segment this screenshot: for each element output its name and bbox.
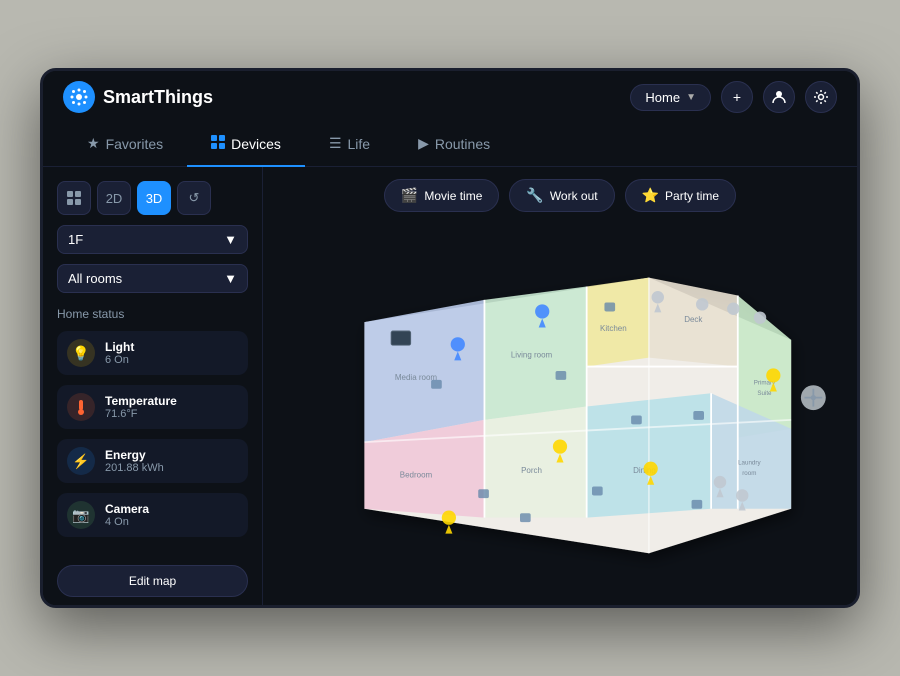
- camera-value: 4 On: [105, 516, 238, 528]
- tv-device: [391, 331, 411, 345]
- status-item-temperature[interactable]: Temperature 71.6°F: [57, 385, 248, 429]
- view-controls: 2D 3D ↺: [57, 181, 248, 215]
- tab-routines[interactable]: ▶ Routines: [394, 123, 514, 167]
- status-item-light[interactable]: 💡 Light 6 On: [57, 331, 248, 375]
- tv-frame: SmartThings Home ▼ + ★ Favorites: [40, 68, 860, 608]
- small-device-6: [431, 379, 442, 388]
- temp-value: 71.6°F: [105, 408, 238, 420]
- camera-name: Camera: [105, 502, 238, 516]
- light-icon: 💡: [67, 339, 95, 367]
- status-item-camera[interactable]: 📷 Camera 4 On: [57, 493, 248, 537]
- smartthings-logo-icon: [63, 81, 95, 113]
- sidebar: 2D 3D ↺ 1F ▼ All rooms ▼ Home status 💡: [43, 167, 263, 608]
- tab-life-label: Life: [348, 136, 371, 152]
- scene-workout-label: Work out: [550, 189, 598, 203]
- floor-label: 1F: [68, 232, 83, 247]
- routines-icon: ▶: [418, 135, 429, 152]
- scene-movie-button[interactable]: 🎬 Movie time: [384, 179, 499, 212]
- light-name: Light: [105, 340, 238, 354]
- svg-text:Kitchen: Kitchen: [600, 324, 627, 333]
- svg-text:room: room: [742, 470, 756, 477]
- room-chevron-icon: ▼: [224, 271, 237, 286]
- view-2d-button[interactable]: 2D: [97, 181, 131, 215]
- tab-routines-label: Routines: [435, 136, 490, 152]
- pin-light-1: [442, 510, 456, 533]
- main-content: 2D 3D ↺ 1F ▼ All rooms ▼ Home status 💡: [43, 167, 857, 608]
- app-name: SmartThings: [103, 87, 213, 108]
- scene-movie-label: Movie time: [424, 189, 482, 203]
- small-device-2: [604, 302, 615, 311]
- pin-gray-5: [727, 302, 739, 314]
- profile-button[interactable]: [763, 81, 795, 113]
- small-device-3: [693, 411, 704, 420]
- small-device-4: [631, 415, 642, 424]
- floor-select[interactable]: 1F ▼: [57, 225, 248, 254]
- light-value: 6 On: [105, 354, 238, 366]
- workout-icon: 🔧: [526, 187, 543, 204]
- scene-workout-button[interactable]: 🔧 Work out: [509, 179, 614, 212]
- scene-party-label: Party time: [665, 189, 719, 203]
- svg-text:Bedroom: Bedroom: [400, 470, 433, 479]
- tab-life[interactable]: ☰ Life: [305, 123, 394, 167]
- svg-text:Living room: Living room: [511, 350, 553, 359]
- small-device-7: [556, 371, 567, 380]
- small-device-1: [478, 489, 489, 498]
- devices-icon: [211, 135, 225, 152]
- favorites-icon: ★: [87, 135, 100, 152]
- view-history-button[interactable]: ↺: [177, 181, 211, 215]
- pin-gray-6: [754, 311, 766, 323]
- tab-devices-label: Devices: [231, 136, 281, 152]
- energy-value: 201.88 kWh: [105, 462, 238, 474]
- energy-name: Energy: [105, 448, 238, 462]
- energy-icon: ⚡: [67, 447, 95, 475]
- party-icon: ⭐: [642, 187, 659, 204]
- add-button[interactable]: +: [721, 81, 753, 113]
- status-item-energy[interactable]: ⚡ Energy 201.88 kWh: [57, 439, 248, 483]
- floorplan-svg: Media room Living room Kitchen Deck Prim…: [280, 251, 840, 571]
- chevron-down-icon: ▼: [686, 92, 696, 103]
- tab-devices[interactable]: Devices: [187, 123, 305, 167]
- tab-favorites[interactable]: ★ Favorites: [63, 123, 187, 167]
- temp-name: Temperature: [105, 394, 238, 408]
- view-grid-button[interactable]: [57, 181, 91, 215]
- scene-party-button[interactable]: ⭐ Party time: [625, 179, 736, 212]
- svg-text:Deck: Deck: [684, 315, 703, 324]
- small-device-9: [520, 513, 531, 522]
- camera-icon: 📷: [67, 501, 95, 529]
- settings-button[interactable]: [805, 81, 837, 113]
- home-selector-label: Home: [645, 90, 680, 105]
- fan-device: [801, 385, 826, 410]
- header: SmartThings Home ▼ +: [43, 71, 857, 123]
- movie-icon: 🎬: [401, 187, 418, 204]
- floor-chevron-icon: ▼: [224, 232, 237, 247]
- small-device-8: [592, 486, 603, 495]
- scene-buttons: 🎬 Movie time 🔧 Work out ⭐ Party time: [279, 179, 841, 212]
- svg-text:Suite: Suite: [757, 390, 772, 397]
- temperature-icon: [67, 393, 95, 421]
- home-status-title: Home status: [57, 307, 248, 321]
- edit-map-button[interactable]: Edit map: [57, 565, 248, 597]
- small-device-5: [692, 499, 703, 508]
- svg-text:Laundry: Laundry: [738, 459, 761, 466]
- tab-favorites-label: Favorites: [106, 136, 164, 152]
- logo-area: SmartThings: [63, 81, 213, 113]
- right-panel: 🎬 Movie time 🔧 Work out ⭐ Party time: [263, 167, 857, 608]
- room-select[interactable]: All rooms ▼: [57, 264, 248, 293]
- room-label: All rooms: [68, 271, 122, 286]
- home-selector[interactable]: Home ▼: [630, 84, 711, 111]
- view-3d-button[interactable]: 3D: [137, 181, 171, 215]
- floorplan-area: Media room Living room Kitchen Deck Prim…: [279, 222, 841, 599]
- svg-text:Media room: Media room: [395, 372, 438, 381]
- pin-gray-4: [696, 298, 708, 310]
- life-icon: ☰: [329, 135, 342, 152]
- svg-text:Porch: Porch: [521, 466, 542, 475]
- nav-tabs: ★ Favorites Devices ☰ Life ▶ Routines: [43, 123, 857, 167]
